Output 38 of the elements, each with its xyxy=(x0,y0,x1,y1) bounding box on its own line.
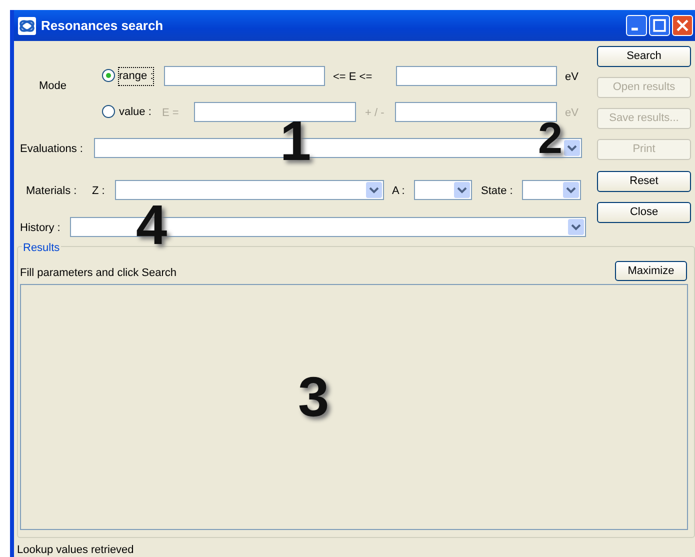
z-label: Z : xyxy=(92,184,105,199)
radio-label: value : xyxy=(119,105,152,120)
radio-button[interactable] xyxy=(102,69,115,82)
minimize-button[interactable] xyxy=(626,15,647,36)
range-max-field[interactable] xyxy=(396,66,557,86)
state-label: State : xyxy=(481,184,513,199)
unit-label: eV xyxy=(565,106,578,121)
maximize-window-button[interactable] xyxy=(649,15,670,36)
callout-number: 1 xyxy=(280,119,312,164)
history-label: History : xyxy=(20,221,60,236)
tolerance-field[interactable] xyxy=(395,102,557,122)
materials-label: Materials : xyxy=(26,184,77,199)
tolerance-operator: + / - xyxy=(365,106,384,121)
radio-button[interactable] xyxy=(102,105,115,118)
action-button[interactable]: Search xyxy=(597,46,691,67)
callout-number: 2 xyxy=(538,121,562,156)
close-window-button[interactable] xyxy=(672,15,693,36)
value-operator: E = xyxy=(162,106,179,121)
action-button[interactable]: Reset xyxy=(597,171,691,192)
dropdown-field[interactable] xyxy=(115,180,384,200)
range-operator: <= E <= xyxy=(333,70,372,85)
results-message: Fill parameters and click Search xyxy=(20,266,177,281)
radio-label: range : xyxy=(119,68,154,84)
value-field[interactable] xyxy=(194,102,356,122)
a-label: A : xyxy=(392,184,405,199)
dropdown-field[interactable] xyxy=(414,180,472,200)
window-title: Resonances search xyxy=(41,16,164,35)
evaluations-label: Evaluations : xyxy=(20,142,83,157)
dropdown-field[interactable] xyxy=(522,180,581,200)
action-button[interactable]: Close xyxy=(597,202,691,223)
unit-label: eV xyxy=(565,70,578,85)
status-text: Lookup values retrieved xyxy=(17,543,134,557)
app-icon xyxy=(18,16,36,34)
mode-label: Mode xyxy=(39,79,67,94)
range-min-field[interactable] xyxy=(164,66,325,86)
maximize-button[interactable]: Maximize xyxy=(615,261,687,281)
callout-number: 3 xyxy=(298,375,330,420)
callout-number: 4 xyxy=(136,203,168,248)
